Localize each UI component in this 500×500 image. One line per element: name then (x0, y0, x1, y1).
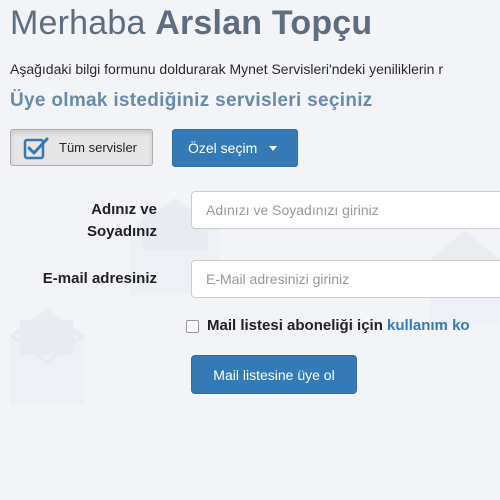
section-title: Üye olmak istediğiniz servisleri seçiniz (10, 90, 373, 111)
subscription-checkbox[interactable] (186, 320, 199, 333)
name-input[interactable] (191, 191, 500, 229)
subscription-label: Mail listesi aboneliği için (207, 317, 388, 334)
name-label: Adınız ve Soyadınız (86, 201, 157, 240)
terms-link[interactable]: kullanım ko (387, 317, 470, 334)
custom-selection-label: Özel seçim (188, 140, 258, 156)
caret-down-icon (269, 145, 278, 151)
subscription-text: Mail listesi aboneliği için kullanım ko (207, 317, 470, 334)
email-input[interactable] (191, 260, 500, 298)
all-services-label: Tüm servisler (59, 140, 138, 155)
email-label: E-mail adresiniz (42, 270, 157, 287)
greeting-heading: Merhaba Arslan Topçu (10, 4, 372, 43)
subscribe-button[interactable]: Mail listesine üye ol (191, 355, 357, 394)
intro-text: Aşağıdaki bilgi formunu doldurarak Mynet… (10, 61, 443, 77)
greeting-prefix: Merhaba (10, 4, 156, 42)
custom-selection-dropdown[interactable]: Özel seçim (172, 129, 298, 167)
checkbox-checked-icon (23, 137, 49, 159)
background-envelope-icon (9, 308, 85, 405)
all-services-button[interactable]: Tüm servisler (10, 129, 153, 166)
user-name: Arslan Topçu (155, 4, 373, 42)
